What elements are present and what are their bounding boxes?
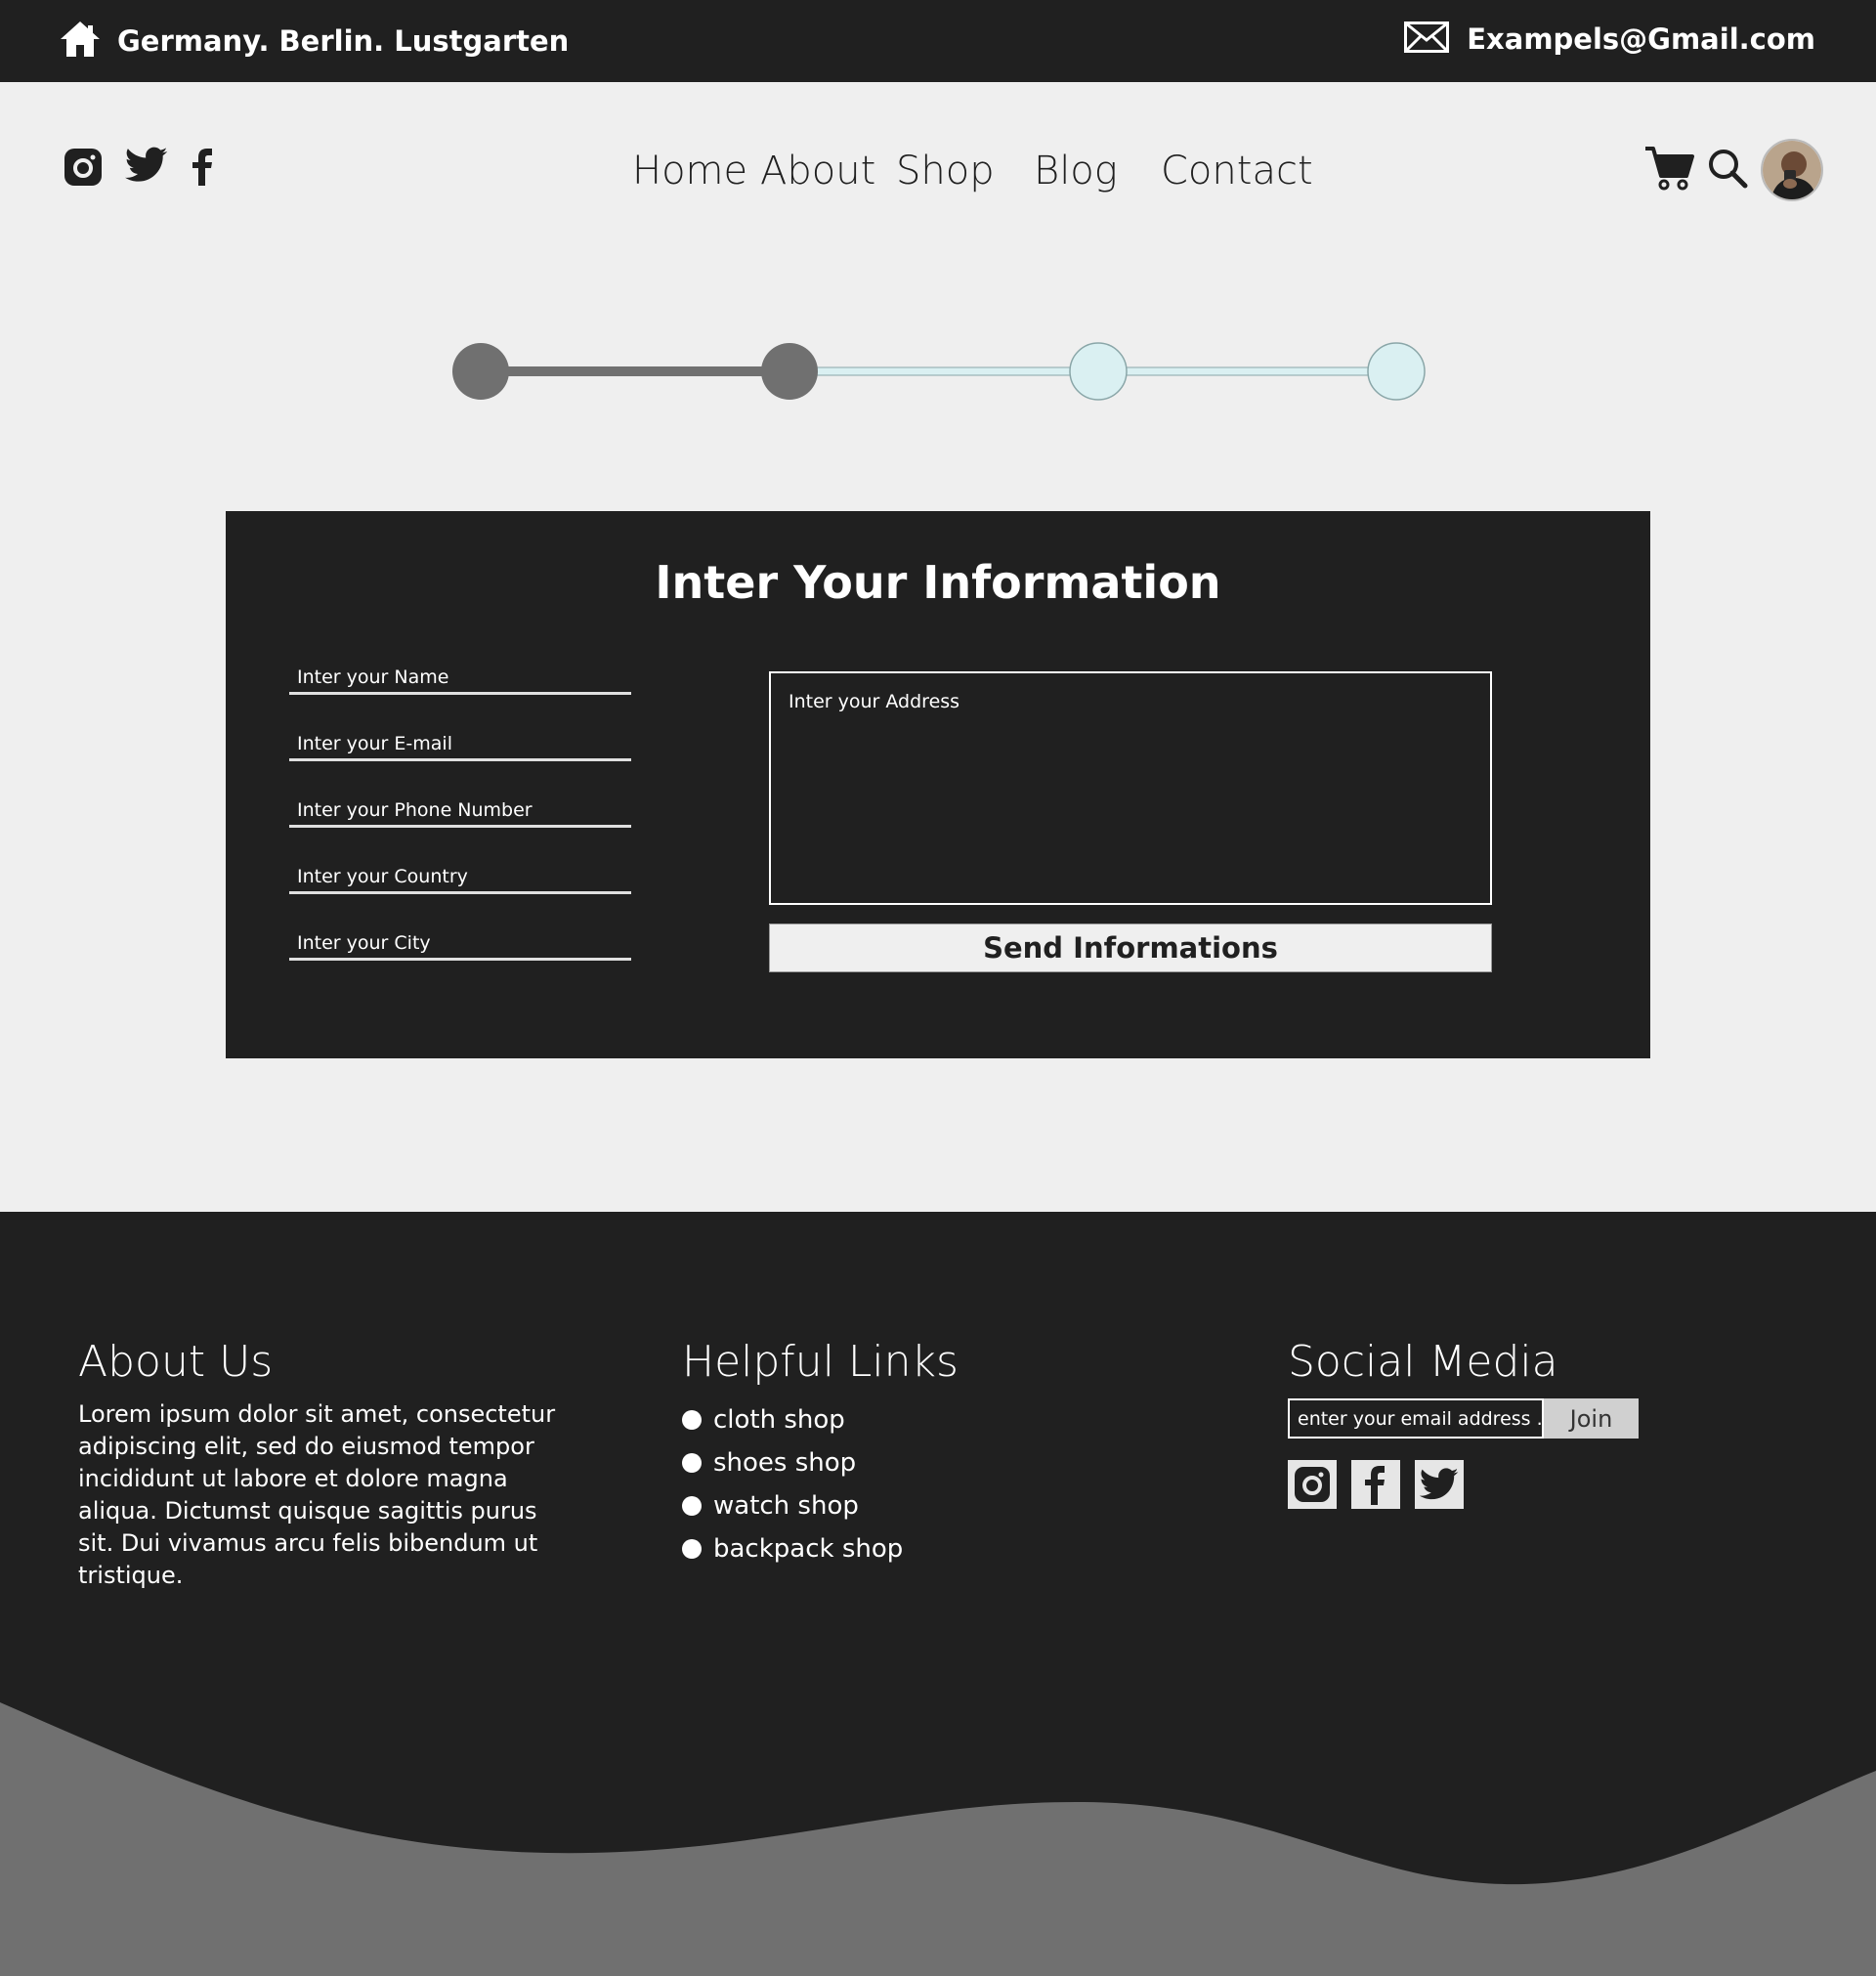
form-title: Inter Your Information [655,556,1221,609]
search-icon[interactable] [1706,147,1749,193]
step-connector [1097,366,1397,376]
contact-email[interactable]: Exampels@Gmail.com [1404,21,1815,57]
country-input[interactable] [289,861,631,891]
location: Germany. Berlin. Lustgarten [59,20,569,63]
information-form: Inter Your Information Send Informations [226,511,1650,1058]
bullet-icon [682,1453,702,1473]
link-item[interactable]: watch shop [682,1484,959,1527]
footer-helpful-links: Helpful Links cloth shop shoes shop watc… [682,1337,959,1570]
step-connector [789,366,1099,376]
mail-icon [1404,21,1450,57]
step-connector [481,366,789,376]
bullet-icon [682,1539,702,1559]
send-informations-button[interactable]: Send Informations [769,924,1492,972]
name-input[interactable] [289,662,631,692]
step-4-pending [1367,342,1426,401]
links-title: Helpful Links [682,1337,959,1387]
phone-input[interactable] [289,795,631,825]
link-item[interactable]: backpack shop [682,1527,959,1570]
location-text: Germany. Berlin. Lustgarten [117,24,570,58]
link-item[interactable]: shoes shop [682,1441,959,1484]
city-input[interactable] [289,927,631,958]
footer-social-media: Social Media Join [1288,1337,1639,1509]
address-box[interactable] [769,671,1492,905]
header-actions [1643,139,1823,201]
facebook-icon[interactable] [1351,1460,1400,1509]
social-title: Social Media [1288,1337,1558,1387]
progress-stepper [452,342,1426,401]
step-1-done [452,343,509,400]
footer: About Us Lorem ipsum dolor sit amet, con… [0,1212,1876,1976]
nav-about[interactable]: About [760,149,875,193]
link-label: cloth shop [713,1405,845,1435]
nav-blog[interactable]: Blog [1034,149,1118,193]
email-input[interactable] [289,728,631,758]
footer-social-icons [1288,1460,1639,1509]
link-label: backpack shop [713,1534,904,1564]
bullet-icon [682,1496,702,1516]
link-label: watch shop [713,1491,859,1521]
footer-about: About Us Lorem ipsum dolor sit amet, con… [78,1337,557,1592]
about-title: About Us [78,1337,274,1387]
newsletter-form: Join [1288,1398,1639,1439]
cart-icon[interactable] [1643,143,1694,197]
about-text: Lorem ipsum dolor sit amet, consectetur … [78,1400,556,1589]
link-label: shoes shop [713,1448,857,1478]
step-3-pending [1069,342,1128,401]
step-2-done [761,343,818,400]
name-field-wrap[interactable] [289,662,631,695]
nav-shop[interactable]: Shop [896,149,995,193]
join-button[interactable]: Join [1544,1398,1639,1439]
newsletter-email-input[interactable] [1288,1398,1544,1439]
email-text: Exampels@Gmail.com [1467,22,1815,56]
top-bar: Germany. Berlin. Lustgarten Exampels@Gma… [0,0,1876,82]
instagram-icon[interactable] [1288,1460,1337,1509]
address-textarea[interactable] [771,673,1490,903]
email-field-wrap[interactable] [289,728,631,761]
link-item[interactable]: cloth shop [682,1398,959,1441]
city-field-wrap[interactable] [289,927,631,961]
twitter-icon[interactable] [1415,1460,1464,1509]
bullet-icon [682,1410,702,1430]
phone-field-wrap[interactable] [289,795,631,828]
home-icon [59,20,102,63]
country-field-wrap[interactable] [289,861,631,894]
nav-home[interactable]: Home [632,149,747,193]
footer-wave [0,1702,1876,1976]
nav-contact[interactable]: Contact [1161,149,1313,193]
avatar[interactable] [1761,139,1823,201]
main-nav: Home About Shop Blog Contact [0,149,1876,207]
